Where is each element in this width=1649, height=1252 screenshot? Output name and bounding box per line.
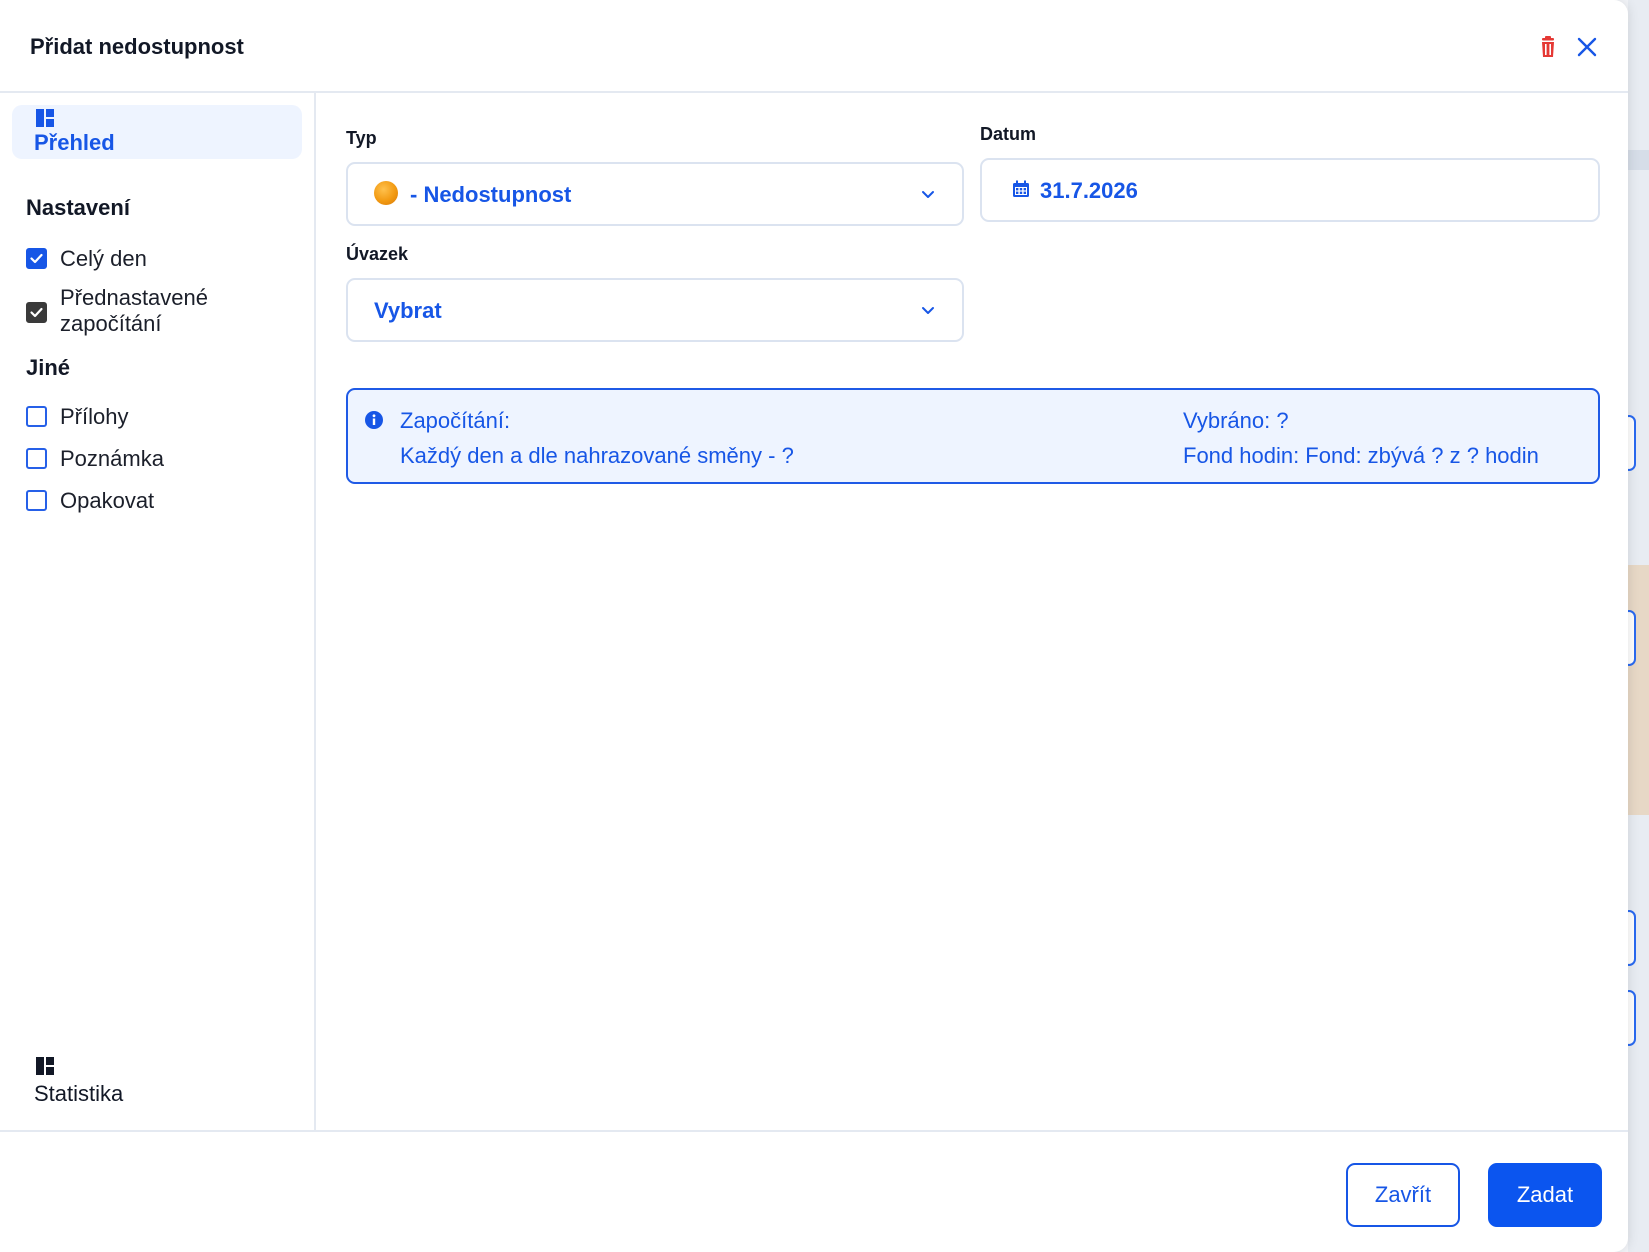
settings-heading: Nastavení (26, 195, 130, 220)
checkbox-label-line2: započítání (60, 311, 162, 336)
checkbox[interactable] (26, 302, 47, 323)
status-dot (374, 181, 398, 205)
background-app-edge (1622, 0, 1649, 1252)
date-value: 31.7.2026 (1040, 178, 1138, 203)
info-icon (365, 411, 383, 429)
dashboard-icon (36, 1057, 54, 1075)
sidebar-item-statistics[interactable]: Statistika (12, 1053, 212, 1113)
checkbox-label: Opakovat (60, 488, 155, 513)
dialog-content: Typ - Nedostupnost Datum 31.7.2026 Úvaze… (316, 93, 1628, 1130)
dashboard-icon (36, 109, 54, 127)
counting-label: Započítání: (400, 408, 511, 433)
sidebar-item-overview[interactable]: Přehled (12, 105, 302, 159)
close-icon[interactable] (1574, 34, 1600, 60)
submit-button[interactable]: Zadat (1488, 1163, 1602, 1227)
type-select-value: - Nedostupnost (410, 182, 572, 207)
counting-value: Každý den a dle nahrazované směny - ? (400, 443, 794, 468)
checkbox[interactable] (26, 448, 47, 469)
chevron-down-icon (922, 191, 934, 198)
date-field[interactable]: 31.7.2026 (980, 158, 1600, 222)
other-heading: Jiné (26, 355, 71, 380)
info-panel: Započítání: Každý den a dle nahrazované … (346, 388, 1600, 484)
checkbox-label: Celý den (60, 246, 147, 271)
checkbox[interactable] (26, 406, 47, 427)
checkbox-label: Poznámka (60, 446, 164, 471)
contract-label: Úvazek (346, 244, 409, 264)
sidebar-item-label: Statistika (34, 1081, 124, 1106)
dialog-footer: Zavřít Zadat (0, 1130, 1628, 1252)
dialog-header: Přidat nedostupnost (0, 0, 1628, 93)
type-select[interactable]: - Nedostupnost (346, 162, 964, 226)
add-unavailability-dialog: Přidat nedostupnost Přehled Nastavení Ce… (0, 0, 1628, 1252)
dialog-title: Přidat nedostupnost (30, 34, 244, 59)
checkbox-label: Přílohy (60, 404, 129, 429)
trash-icon[interactable] (1535, 34, 1561, 60)
checkbox[interactable] (26, 248, 47, 269)
contract-select-value: Vybrat (374, 298, 442, 323)
checkbox-label: Přednastavené (60, 285, 208, 310)
dialog-sidebar: Přehled Nastavení Celý den Přednastavené… (0, 93, 316, 1130)
selected-value: Vybráno: ? (1183, 408, 1289, 433)
chevron-down-icon (922, 307, 934, 314)
fund-hours: Fond hodin: Fond: zbývá ? z ? hodin (1183, 443, 1539, 468)
sidebar-item-label: Přehled (34, 130, 115, 155)
checkbox[interactable] (26, 490, 47, 511)
contract-select[interactable]: Vybrat (346, 278, 964, 342)
calendar-icon (1013, 180, 1029, 197)
type-label: Typ (346, 128, 377, 148)
close-button[interactable]: Zavřít (1346, 1163, 1460, 1227)
date-label: Datum (980, 124, 1037, 144)
